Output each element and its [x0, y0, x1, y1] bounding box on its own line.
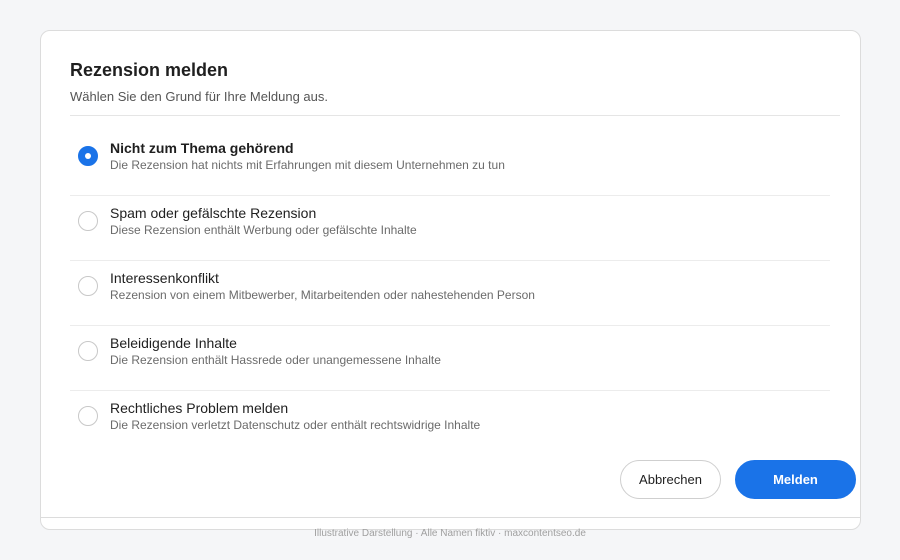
option-description: Die Rezension hat nichts mit Erfahrungen… — [110, 158, 505, 172]
option-label: Interessenkonflikt — [110, 270, 219, 286]
option-description: Die Rezension enthält Hassrede oder unan… — [110, 353, 441, 367]
radio-off-topic[interactable] — [78, 146, 98, 166]
option-description: Rezension von einem Mitbewerber, Mitarbe… — [110, 288, 535, 302]
dialog-title: Rezension melden — [70, 60, 229, 80]
radio-conflict-of-interest[interactable] — [78, 276, 98, 296]
dialog-divider — [41, 517, 860, 518]
option-spam[interactable]: Spam oder gefälschte Rezension Diese Rez… — [70, 196, 830, 261]
report-review-dialog: Rezension melden Wählen Sie den Grund fü… — [40, 30, 861, 530]
option-label: Spam oder gefälschte Rezension — [110, 205, 317, 221]
option-label: Rechtliches Problem melden — [110, 400, 289, 416]
option-description: Die Rezension verletzt Datenschutz oder … — [110, 418, 481, 432]
radio-spam[interactable] — [78, 211, 98, 231]
dialog-subtitle: Wählen Sie den Grund für Ihre Meldung au… — [70, 89, 328, 104]
radio-offensive-content[interactable] — [78, 341, 98, 361]
option-legal-issue[interactable]: Rechtliches Problem melden Die Rezension… — [70, 391, 830, 456]
dialog-header: Rezension melden Wählen Sie den Grund fü… — [70, 60, 840, 116]
footer-disclaimer: Illustrative Darstellung · Alle Namen fi… — [314, 528, 586, 539]
option-off-topic[interactable]: Nicht zum Thema gehörend Die Rezension h… — [70, 131, 830, 196]
option-description: Diese Rezension enthält Werbung oder gef… — [110, 223, 417, 237]
option-offensive-content[interactable]: Beleidigende Inhalte Die Rezension enthä… — [70, 326, 830, 391]
option-label: Beleidigende Inhalte — [110, 335, 237, 351]
option-conflict-of-interest[interactable]: Interessenkonflikt Rezension von einem M… — [70, 261, 830, 326]
submit-report-button[interactable]: Melden — [735, 460, 856, 499]
cancel-button[interactable]: Abbrechen — [620, 460, 721, 499]
option-label: Nicht zum Thema gehörend — [110, 140, 294, 156]
reason-options: Nicht zum Thema gehörend Die Rezension h… — [70, 131, 830, 456]
radio-legal-issue[interactable] — [78, 406, 98, 426]
